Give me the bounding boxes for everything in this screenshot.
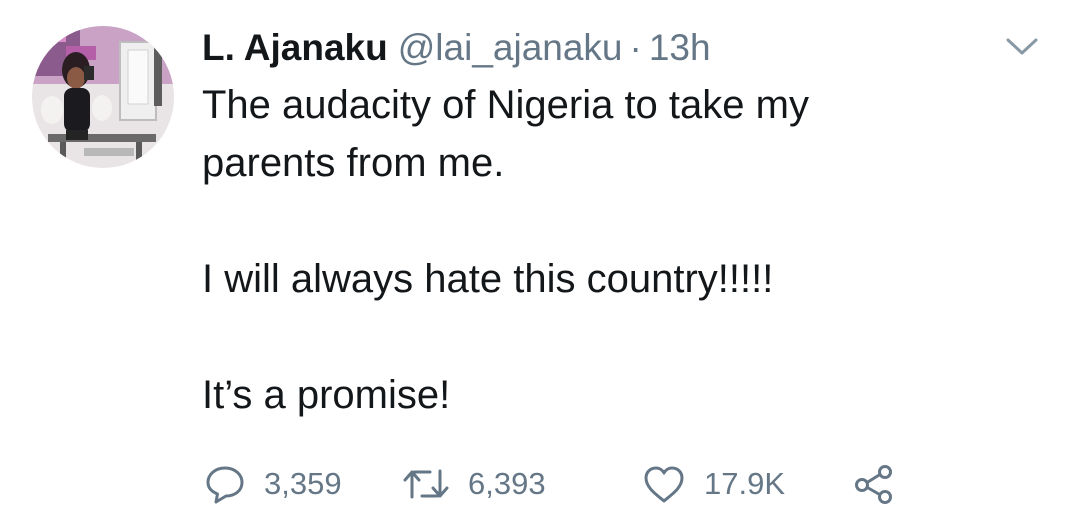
chevron-down-icon: [1006, 38, 1038, 55]
retweet-icon: [403, 469, 449, 499]
retweet-button[interactable]: 6,393: [402, 458, 642, 510]
tweet[interactable]: L. Ajanaku @lai_ajanaku · 13h The audaci…: [0, 0, 1080, 530]
profile-photo: [32, 26, 174, 168]
separator-dot: ·: [629, 27, 642, 68]
retweet-count: 6,393: [468, 466, 546, 501]
tweet-line: parents from me.: [202, 141, 505, 185]
tweet-text: The audacity of Nigeria to take my paren…: [202, 76, 1022, 424]
heart-icon: [644, 466, 684, 503]
tweet-line: The audacity of Nigeria to take my: [202, 83, 809, 127]
tweet-line: It’s a promise!: [202, 373, 451, 417]
tweet-header: L. Ajanaku @lai_ajanaku · 13h: [202, 22, 711, 74]
share-button[interactable]: [852, 463, 896, 505]
tweet-menu-button[interactable]: [1004, 34, 1040, 58]
avatar[interactable]: [32, 26, 174, 168]
user-handle[interactable]: @lai_ajanaku: [398, 22, 623, 74]
like-button[interactable]: 17.9K: [642, 458, 852, 510]
like-count: 17.9K: [704, 466, 786, 501]
reply-button[interactable]: 3,359: [204, 458, 402, 510]
share-icon: [855, 465, 892, 504]
speech-bubble-icon: [206, 466, 244, 504]
reply-count: 3,359: [264, 466, 342, 501]
display-name[interactable]: L. Ajanaku: [202, 22, 388, 74]
action-bar: 3,359 6,393 17.9K: [204, 458, 896, 510]
tweet-line: I will always hate this country!!!!!: [202, 257, 774, 301]
timestamp[interactable]: 13h: [649, 22, 711, 74]
